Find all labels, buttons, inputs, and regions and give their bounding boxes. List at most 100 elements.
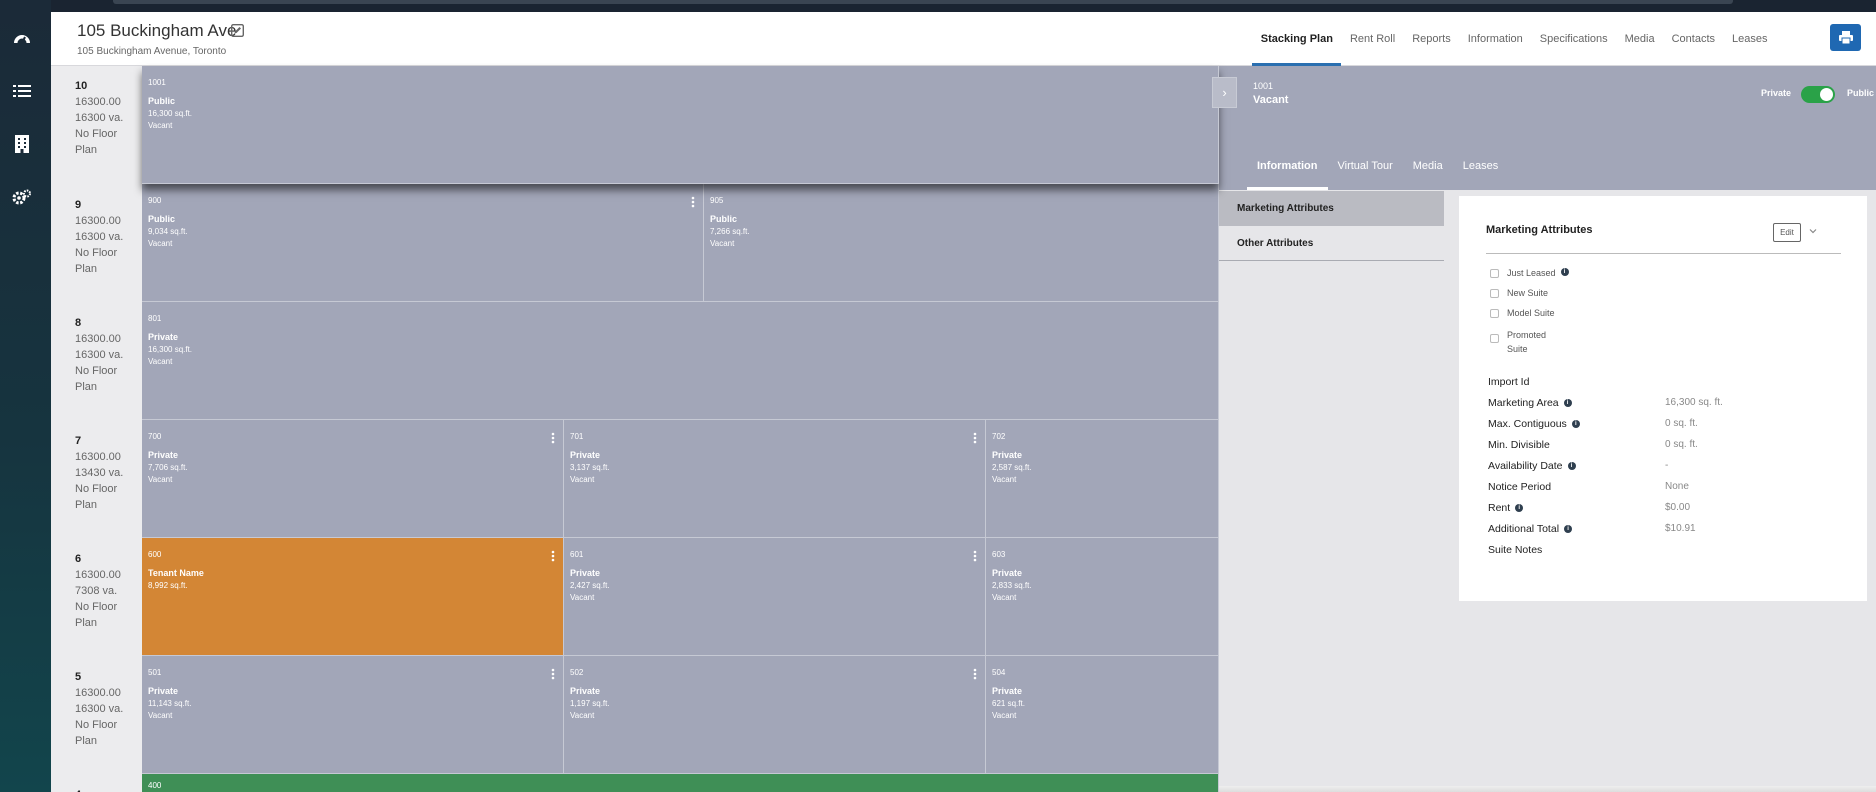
just-leased-checkbox[interactable] <box>1490 269 1499 278</box>
info-icon[interactable]: i <box>1571 420 1580 429</box>
kebab-menu-icon[interactable] <box>691 196 695 208</box>
print-button[interactable] <box>1830 24 1861 51</box>
panel-tab-information[interactable]: Information <box>1247 142 1328 190</box>
attr-value: $10.91 <box>1665 523 1696 534</box>
attr-label: Min. Divisible <box>1488 439 1550 451</box>
marketing-attributes-card: Marketing Attributes Edit Just Leased i … <box>1459 196 1867 601</box>
suite-900[interactable]: 900 Public 9,034 sq.ft. Vacant <box>142 184 704 302</box>
floor-area: 16300.00 <box>75 333 121 345</box>
suite-status: Private <box>570 568 601 578</box>
suite-600[interactable]: 600 Tenant Name 8,992 sq.ft. <box>142 538 564 656</box>
suite-vacancy: Vacant <box>148 711 173 720</box>
floor-number: 6 <box>75 553 82 565</box>
suite-vacancy: Vacant <box>148 121 173 130</box>
floor-vacant-area: 13430 va. <box>75 467 124 479</box>
checkbox-row: New Suite <box>1490 288 1548 298</box>
section-other-attributes[interactable]: Other Attributes <box>1219 226 1444 261</box>
tab-information[interactable]: Information <box>1459 12 1531 66</box>
attr-label: Additional Total i <box>1488 523 1573 535</box>
panel-tab-virtual-tour[interactable]: Virtual Tour <box>1328 142 1403 190</box>
floor-area: 16300.00 <box>75 687 121 699</box>
tab-leases[interactable]: Leases <box>1724 12 1776 66</box>
info-icon[interactable]: i <box>1564 525 1573 534</box>
model-suite-checkbox[interactable] <box>1490 309 1499 318</box>
tab-stacking-plan[interactable]: Stacking Plan <box>1252 12 1342 66</box>
suite-status: Private <box>570 686 601 696</box>
kebab-menu-icon[interactable] <box>973 668 977 680</box>
checkbox-row: Just Leased i <box>1490 268 1569 278</box>
kebab-menu-icon[interactable] <box>551 668 555 680</box>
settings-icon[interactable] <box>12 187 32 207</box>
info-icon[interactable]: i <box>1563 399 1572 408</box>
suite-area: 1,197 sq.ft. <box>570 699 610 708</box>
promoted-suite-checkbox[interactable] <box>1490 334 1499 343</box>
suite-801[interactable]: 801 Private 16,300 sq.ft. Vacant <box>142 302 1219 420</box>
main-tabs: Stacking Plan Rent Roll Reports Informat… <box>1252 12 1776 66</box>
suite-area: 16,300 sq.ft. <box>148 109 193 118</box>
attr-label: Availability Date i <box>1488 460 1576 472</box>
list-icon[interactable] <box>12 81 32 101</box>
property-address: 105 Buckingham Avenue, Toronto <box>77 46 227 57</box>
info-icon[interactable]: i <box>1515 504 1524 513</box>
suite-area: 8,992 sq.ft. <box>148 581 188 590</box>
suite-area: 2,833 sq.ft. <box>992 581 1032 590</box>
app-sidebar <box>0 0 51 792</box>
suite-1001[interactable]: 1001 Public 16,300 sq.ft. Vacant <box>142 66 1219 184</box>
panel-tab-leases[interactable]: Leases <box>1453 142 1508 190</box>
suite-400[interactable]: 400 <box>142 774 1219 792</box>
suite-603[interactable]: 603 Private 2,833 sq.ft. Vacant <box>986 538 1219 656</box>
suite-601[interactable]: 601 Private 2,427 sq.ft. Vacant <box>564 538 986 656</box>
suite-502[interactable]: 502 Private 1,197 sq.ft. Vacant <box>564 656 986 774</box>
attr-label: Suite Notes <box>1488 544 1543 556</box>
suite-701[interactable]: 701 Private 3,137 sq.ft. Vacant <box>564 420 986 538</box>
suite-700[interactable]: 700 Private 7,706 sq.ft. Vacant <box>142 420 564 538</box>
suite-status: Private <box>992 450 1023 460</box>
suite-vacancy: Vacant <box>992 711 1017 720</box>
new-suite-checkbox[interactable] <box>1490 289 1499 298</box>
suite-vacancy: Vacant <box>710 239 735 248</box>
kebab-menu-icon[interactable] <box>551 432 555 444</box>
suite-detail-header: 1001 Vacant Private Public Information V… <box>1219 66 1876 190</box>
floor-label: 6 16300.00 7308 va. No Floor Plan <box>75 551 142 631</box>
building-icon[interactable] <box>12 134 32 154</box>
suite-vacancy: Vacant <box>992 593 1017 602</box>
edit-button[interactable]: Edit <box>1773 223 1801 242</box>
suite-905[interactable]: 905 Public 7,266 sq.ft. Vacant <box>704 184 1219 302</box>
kebab-menu-icon[interactable] <box>973 550 977 562</box>
tab-reports[interactable]: Reports <box>1404 12 1460 66</box>
suite-vacancy: Vacant <box>570 711 595 720</box>
info-icon[interactable]: i <box>1560 268 1569 276</box>
info-icon[interactable]: i <box>1567 462 1576 471</box>
suite-area: 16,300 sq.ft. <box>148 345 193 354</box>
edit-icon[interactable] <box>230 23 245 38</box>
suite-504[interactable]: 504 Private 621 sq.ft. Vacant <box>986 656 1219 774</box>
floor-plan-status: No Floor Plan <box>75 247 118 275</box>
suite-vacancy: Vacant <box>148 357 173 366</box>
tab-rent-roll[interactable]: Rent Roll <box>1341 12 1403 66</box>
visibility-toggle[interactable] <box>1801 86 1835 103</box>
suite-vacancy: Vacant <box>148 239 173 248</box>
dashboard-icon[interactable] <box>12 29 32 49</box>
floor-vacant-area: 16300 va. <box>75 112 124 124</box>
section-marketing-attributes[interactable]: Marketing Attributes <box>1219 191 1444 226</box>
tab-media[interactable]: Media <box>1616 12 1663 66</box>
chevron-right-icon: › <box>1222 85 1227 100</box>
checkbox-row: Model Suite <box>1490 308 1555 318</box>
suite-702[interactable]: 702 Private 2,587 sq.ft. Vacant <box>986 420 1219 538</box>
floor-number: 4 <box>75 787 81 792</box>
kebab-menu-icon[interactable] <box>973 432 977 444</box>
suite-501[interactable]: 501 Private 11,143 sq.ft. Vacant <box>142 656 564 774</box>
section-nav: Marketing Attributes Other Attributes <box>1219 191 1444 261</box>
suite-status: Public <box>148 214 176 224</box>
chevron-down-icon[interactable] <box>1808 226 1818 236</box>
suite-vacancy: Vacant <box>992 475 1017 484</box>
floor-number: 10 <box>75 80 88 92</box>
suite-area: 11,143 sq.ft. <box>148 699 192 708</box>
tab-contacts[interactable]: Contacts <box>1663 12 1723 66</box>
collapse-panel-button[interactable]: › <box>1212 77 1237 108</box>
panel-tab-media[interactable]: Media <box>1403 142 1453 190</box>
card-title: Marketing Attributes <box>1486 224 1593 236</box>
tab-specifications[interactable]: Specifications <box>1531 12 1616 66</box>
kebab-menu-icon[interactable] <box>551 550 555 562</box>
suite-vacancy: Vacant <box>570 593 595 602</box>
